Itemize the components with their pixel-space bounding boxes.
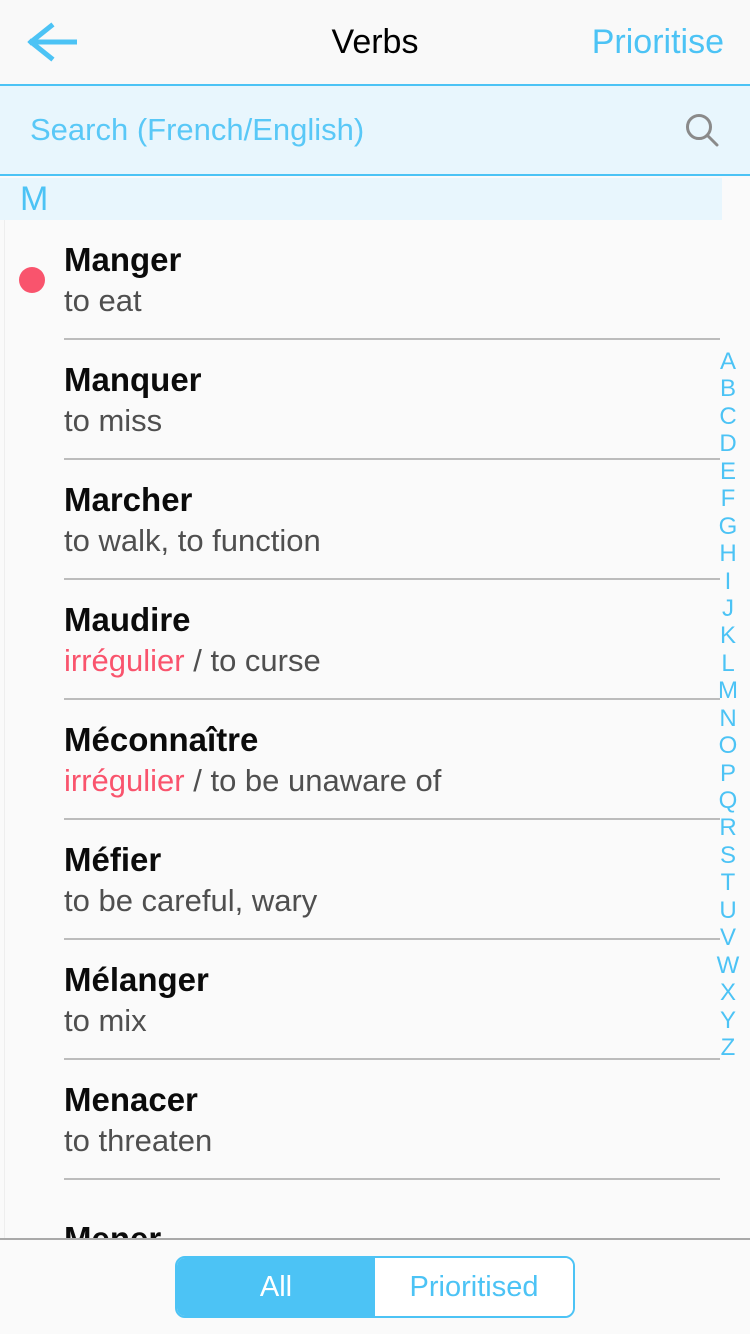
alpha-index-letter[interactable]: R <box>719 816 736 840</box>
alpha-index-letter[interactable]: M <box>718 679 738 703</box>
verb-french: Mener <box>64 1219 750 1238</box>
table-row[interactable]: Méconnaître irrégulier / to be unaware o… <box>0 700 750 820</box>
alpha-index-letter[interactable]: Z <box>721 1035 736 1060</box>
prioritised-dot-icon <box>19 267 45 293</box>
back-button[interactable] <box>0 0 110 85</box>
search-icon[interactable] <box>680 108 724 152</box>
table-row[interactable]: Méfier to be careful, wary <box>0 820 750 940</box>
table-row[interactable]: Mener <box>0 1180 750 1238</box>
verb-list[interactable]: Manger to eat Manquer to miss Marcher to… <box>0 220 750 1238</box>
table-row[interactable]: Manger to eat <box>0 220 750 340</box>
verb-french: Manquer <box>64 361 202 398</box>
verb-french: Marcher <box>64 481 193 518</box>
alpha-index-letter[interactable]: H <box>719 542 736 566</box>
table-row[interactable]: Marcher to walk, to function <box>0 460 750 580</box>
alpha-index-letter[interactable]: U <box>719 898 736 923</box>
section-header-label: M <box>20 180 49 218</box>
alpha-index-letter[interactable]: V <box>720 926 736 950</box>
verb-english: to be careful, wary <box>64 883 318 918</box>
alpha-index-letter[interactable]: Y <box>720 1008 736 1033</box>
alpha-index-letter[interactable]: Q <box>719 789 738 813</box>
alpha-index-letter[interactable]: C <box>719 404 736 429</box>
verb-french: Méfier <box>64 841 162 878</box>
prioritise-button[interactable]: Prioritise <box>592 23 724 62</box>
section-header-m: M <box>0 178 722 220</box>
verb-meaning: to be careful, wary <box>64 882 750 920</box>
alpha-index-letter[interactable]: E <box>720 459 736 484</box>
alpha-index-letter[interactable]: S <box>720 843 736 868</box>
alpha-index-letter[interactable]: X <box>720 981 736 1005</box>
back-arrow-icon <box>27 22 83 62</box>
bottom-toolbar: All Prioritised <box>0 1238 750 1334</box>
alpha-index-letter[interactable]: L <box>721 651 734 676</box>
verb-english: to curse <box>210 643 321 678</box>
verb-french: Maudire <box>64 601 191 638</box>
segment-all[interactable]: All <box>177 1258 375 1316</box>
verb-meaning: to miss <box>64 402 750 440</box>
alpha-index-letter[interactable]: T <box>721 871 736 895</box>
alpha-index-letter[interactable]: B <box>720 377 736 401</box>
alpha-index-letter[interactable]: J <box>722 596 734 621</box>
verb-meaning: to mix <box>64 1002 750 1040</box>
alpha-index-letter[interactable]: F <box>721 487 736 511</box>
alpha-index-letter[interactable]: K <box>720 624 736 648</box>
search-input[interactable] <box>30 86 680 174</box>
verb-english: to walk, to function <box>64 523 321 558</box>
verb-meaning: to eat <box>64 282 750 320</box>
alpha-index-letter[interactable]: P <box>720 761 736 786</box>
irregular-tag: irrégulier <box>64 643 185 678</box>
verb-english: to eat <box>64 283 142 318</box>
verb-meaning: irrégulier / to curse <box>64 642 750 680</box>
table-row[interactable]: Manquer to miss <box>0 340 750 460</box>
verb-french: Méconnaître <box>64 721 259 758</box>
table-row[interactable]: Mélanger to mix <box>0 940 750 1060</box>
verb-english: to mix <box>64 1003 147 1038</box>
verb-english: to threaten <box>64 1123 213 1158</box>
segment-prioritised[interactable]: Prioritised <box>375 1258 573 1316</box>
verb-meaning: irrégulier / to be unaware of <box>64 762 750 800</box>
verb-english: to miss <box>64 403 163 438</box>
meaning-separator: / <box>184 763 211 798</box>
alpha-index-letter[interactable]: A <box>720 350 736 374</box>
alpha-index-letter[interactable]: D <box>719 432 736 456</box>
alpha-index-letter[interactable]: N <box>719 706 736 731</box>
search-bar <box>0 86 750 176</box>
alpha-index-letter[interactable]: I <box>725 569 732 594</box>
table-row[interactable]: Menacer to threaten <box>0 1060 750 1180</box>
alpha-index-letter[interactable]: G <box>719 514 738 539</box>
irregular-tag: irrégulier <box>64 763 185 798</box>
alpha-index-letter[interactable]: O <box>719 734 738 758</box>
table-row[interactable]: Maudire irrégulier / to curse <box>0 580 750 700</box>
verb-meaning: to threaten <box>64 1122 750 1160</box>
verb-french: Manger <box>64 241 182 278</box>
alpha-index-letter[interactable]: W <box>717 953 740 978</box>
verb-french: Mélanger <box>64 961 209 998</box>
nav-bar: Verbs Prioritise <box>0 0 750 86</box>
filter-segmented-control[interactable]: All Prioritised <box>175 1256 575 1318</box>
verb-english: to be unaware of <box>210 763 442 798</box>
verb-meaning: to walk, to function <box>64 522 750 560</box>
verb-french: Menacer <box>64 1081 198 1118</box>
meaning-separator: / <box>184 643 211 678</box>
alphabet-index[interactable]: A B C D E F G H I J K L M N O P Q R S T … <box>706 350 750 1060</box>
